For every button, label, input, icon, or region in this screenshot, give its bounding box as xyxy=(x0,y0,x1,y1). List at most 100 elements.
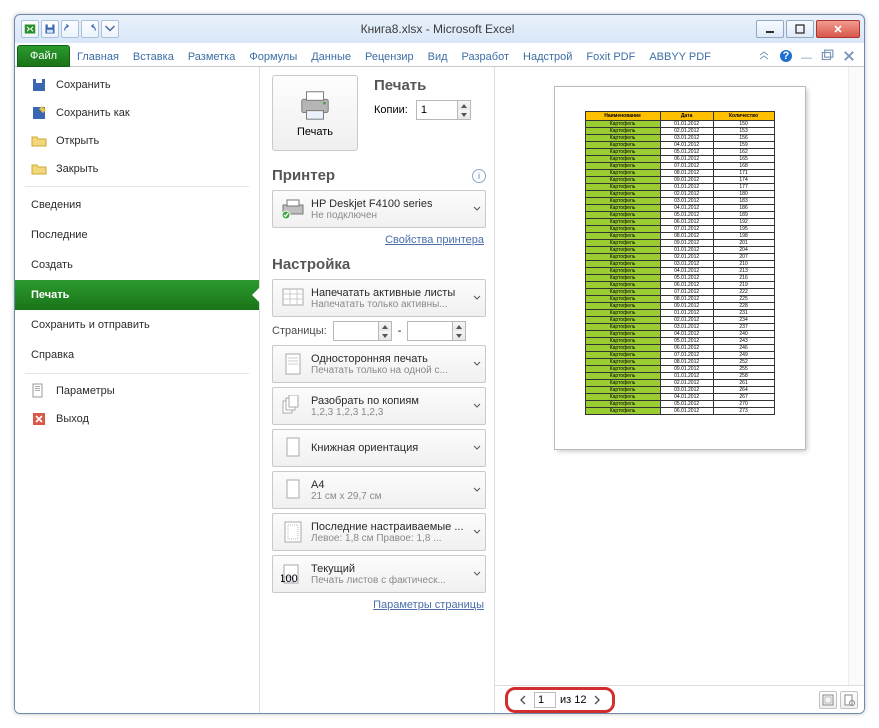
sidebar-item-label: Сведения xyxy=(31,199,81,211)
window-title: Книга8.xlsx - Microsoft Excel xyxy=(119,22,756,36)
table-row: Картофель04.01.2012240 xyxy=(585,331,774,338)
orientation-selector[interactable]: Книжная ориентация xyxy=(272,429,486,467)
print-button-label: Печать xyxy=(297,126,333,138)
table-row: Картофель04.01.2012267 xyxy=(585,394,774,401)
sidebar-item-label: Открыть xyxy=(56,135,99,147)
saveas-icon xyxy=(31,105,47,121)
sidebar-item-saveas[interactable]: Сохранить как xyxy=(15,99,259,127)
copies-input[interactable] xyxy=(417,103,457,117)
printer-info-icon[interactable]: i xyxy=(472,169,486,183)
margins-selector[interactable]: Последние настраиваемые ...Левое: 1,8 см… xyxy=(272,513,486,551)
page-setup-link[interactable]: Параметры страницы xyxy=(272,599,484,611)
table-row: Картофель02.01.2012261 xyxy=(585,380,774,387)
print-side-selector[interactable]: Односторонняя печатьПечатать только на о… xyxy=(272,345,486,383)
table-row: Картофель03.01.2012264 xyxy=(585,387,774,394)
sidebar-item-label: Закрыть xyxy=(56,163,98,175)
tab-developer[interactable]: Разработ xyxy=(455,47,516,66)
table-row: Картофель05.01.2012216 xyxy=(585,275,774,282)
table-row: Картофель01.01.2012150 xyxy=(585,121,774,128)
tab-foxit[interactable]: Foxit PDF xyxy=(579,47,642,66)
page-icon xyxy=(279,478,307,502)
win-doc-restore-icon[interactable] xyxy=(820,49,834,66)
spinner-down[interactable] xyxy=(453,331,465,340)
sidebar-item-new[interactable]: Создать xyxy=(15,250,259,280)
redo-icon[interactable] xyxy=(81,20,99,38)
spinner-up[interactable] xyxy=(379,322,391,331)
sidebar-item-label: Выход xyxy=(56,413,89,425)
chevron-down-icon xyxy=(473,205,481,213)
ribbon-minimize-icon[interactable] xyxy=(757,49,771,66)
tab-data[interactable]: Данные xyxy=(304,47,358,66)
tab-review[interactable]: Рецензир xyxy=(358,47,421,66)
table-row: Картофель06.01.2012192 xyxy=(585,219,774,226)
table-row: Картофель01.01.2012204 xyxy=(585,247,774,254)
tab-addins[interactable]: Надстрой xyxy=(516,47,579,66)
copies-spinner-down[interactable] xyxy=(458,110,470,119)
printer-selector[interactable]: HP Deskjet F4100 series Не подключен xyxy=(272,190,486,228)
tab-home[interactable]: Главная xyxy=(70,47,126,66)
copies-spinner-up[interactable] xyxy=(458,101,470,110)
pages-from-box xyxy=(333,321,392,341)
tab-layout[interactable]: Разметка xyxy=(181,47,243,66)
sidebar-item-help[interactable]: Справка xyxy=(15,340,259,370)
sidebar-item-close[interactable]: Закрыть xyxy=(15,155,259,183)
zoom-to-page-button[interactable] xyxy=(840,691,858,709)
sidebar-item-save[interactable]: Сохранить xyxy=(15,71,259,99)
table-row: Картофель07.01.2012195 xyxy=(585,226,774,233)
collate-selector[interactable]: Разобрать по копиям1,2,3 1,2,3 1,2,3 xyxy=(272,387,486,425)
preview-canvas[interactable]: Наименование Дата Количество Картофель01… xyxy=(495,67,864,685)
papersize-selector[interactable]: A421 см x 29,7 см xyxy=(272,471,486,509)
tab-abbyy[interactable]: ABBYY PDF xyxy=(642,47,718,66)
qat-customize-icon[interactable] xyxy=(101,20,119,38)
sidebar-item-exit[interactable]: Выход xyxy=(15,405,259,433)
preview-scrollbar-v[interactable] xyxy=(848,67,864,685)
svg-text:?: ? xyxy=(783,50,790,62)
folder-open-icon xyxy=(31,133,47,149)
table-row: Картофель07.01.2012222 xyxy=(585,289,774,296)
page-number-input[interactable] xyxy=(534,692,556,708)
maximize-button[interactable] xyxy=(786,20,814,38)
table-row: Картофель06.01.2012246 xyxy=(585,345,774,352)
page-prev-button[interactable] xyxy=(516,693,530,707)
spinner-down[interactable] xyxy=(379,331,391,340)
close-button[interactable] xyxy=(816,20,860,38)
sidebar-item-info[interactable]: Сведения xyxy=(15,190,259,220)
pages-from-input[interactable] xyxy=(334,324,378,338)
undo-icon[interactable] xyxy=(61,20,79,38)
quick-access-toolbar xyxy=(21,20,119,38)
minimize-button[interactable] xyxy=(756,20,784,38)
table-row: Картофель03.01.2012237 xyxy=(585,324,774,331)
backstage-sidebar: Сохранить Сохранить как Открыть Закрыть … xyxy=(15,67,260,713)
printer-properties-link[interactable]: Свойства принтера xyxy=(272,234,484,246)
sidebar-item-saveandsend[interactable]: Сохранить и отправить xyxy=(15,310,259,340)
pages-label: Страницы: xyxy=(272,325,327,337)
preview-table: Наименование Дата Количество Картофель01… xyxy=(585,111,775,415)
pages-to-input[interactable] xyxy=(408,324,452,338)
table-row: Картофель02.01.2012153 xyxy=(585,128,774,135)
show-margins-button[interactable] xyxy=(819,691,837,709)
print-button[interactable]: Печать xyxy=(272,75,358,151)
save-icon[interactable] xyxy=(41,20,59,38)
print-panel: Печать Печать Копии: xyxy=(260,67,494,713)
exit-icon xyxy=(31,411,47,427)
sidebar-item-open[interactable]: Открыть xyxy=(15,127,259,155)
page-next-button[interactable] xyxy=(590,693,604,707)
sidebar-item-options[interactable]: Параметры xyxy=(15,377,259,405)
sidebar-item-print[interactable]: Печать xyxy=(15,280,259,310)
sidebar-item-label: Создать xyxy=(31,259,73,271)
scaling-selector[interactable]: 100 ТекущийПечать листов с фактическ... xyxy=(272,555,486,593)
sidebar-item-recent[interactable]: Последние xyxy=(15,220,259,250)
win-doc-close-icon[interactable] xyxy=(842,49,856,66)
table-row: Картофель03.01.2012156 xyxy=(585,135,774,142)
sidebar-item-label: Последние xyxy=(31,229,88,241)
win-doc-minimize-icon[interactable]: — xyxy=(801,52,812,64)
tab-formulas[interactable]: Формулы xyxy=(242,47,304,66)
tab-insert[interactable]: Вставка xyxy=(126,47,181,66)
tab-view[interactable]: Вид xyxy=(421,47,455,66)
print-what-selector[interactable]: Напечатать активные листыНапечатать толь… xyxy=(272,279,486,317)
tab-file[interactable]: Файл xyxy=(17,45,70,67)
help-icon[interactable]: ? xyxy=(779,49,793,66)
table-row: Картофель02.01.2012207 xyxy=(585,254,774,261)
table-row: Картофель01.01.2012177 xyxy=(585,184,774,191)
spinner-up[interactable] xyxy=(453,322,465,331)
